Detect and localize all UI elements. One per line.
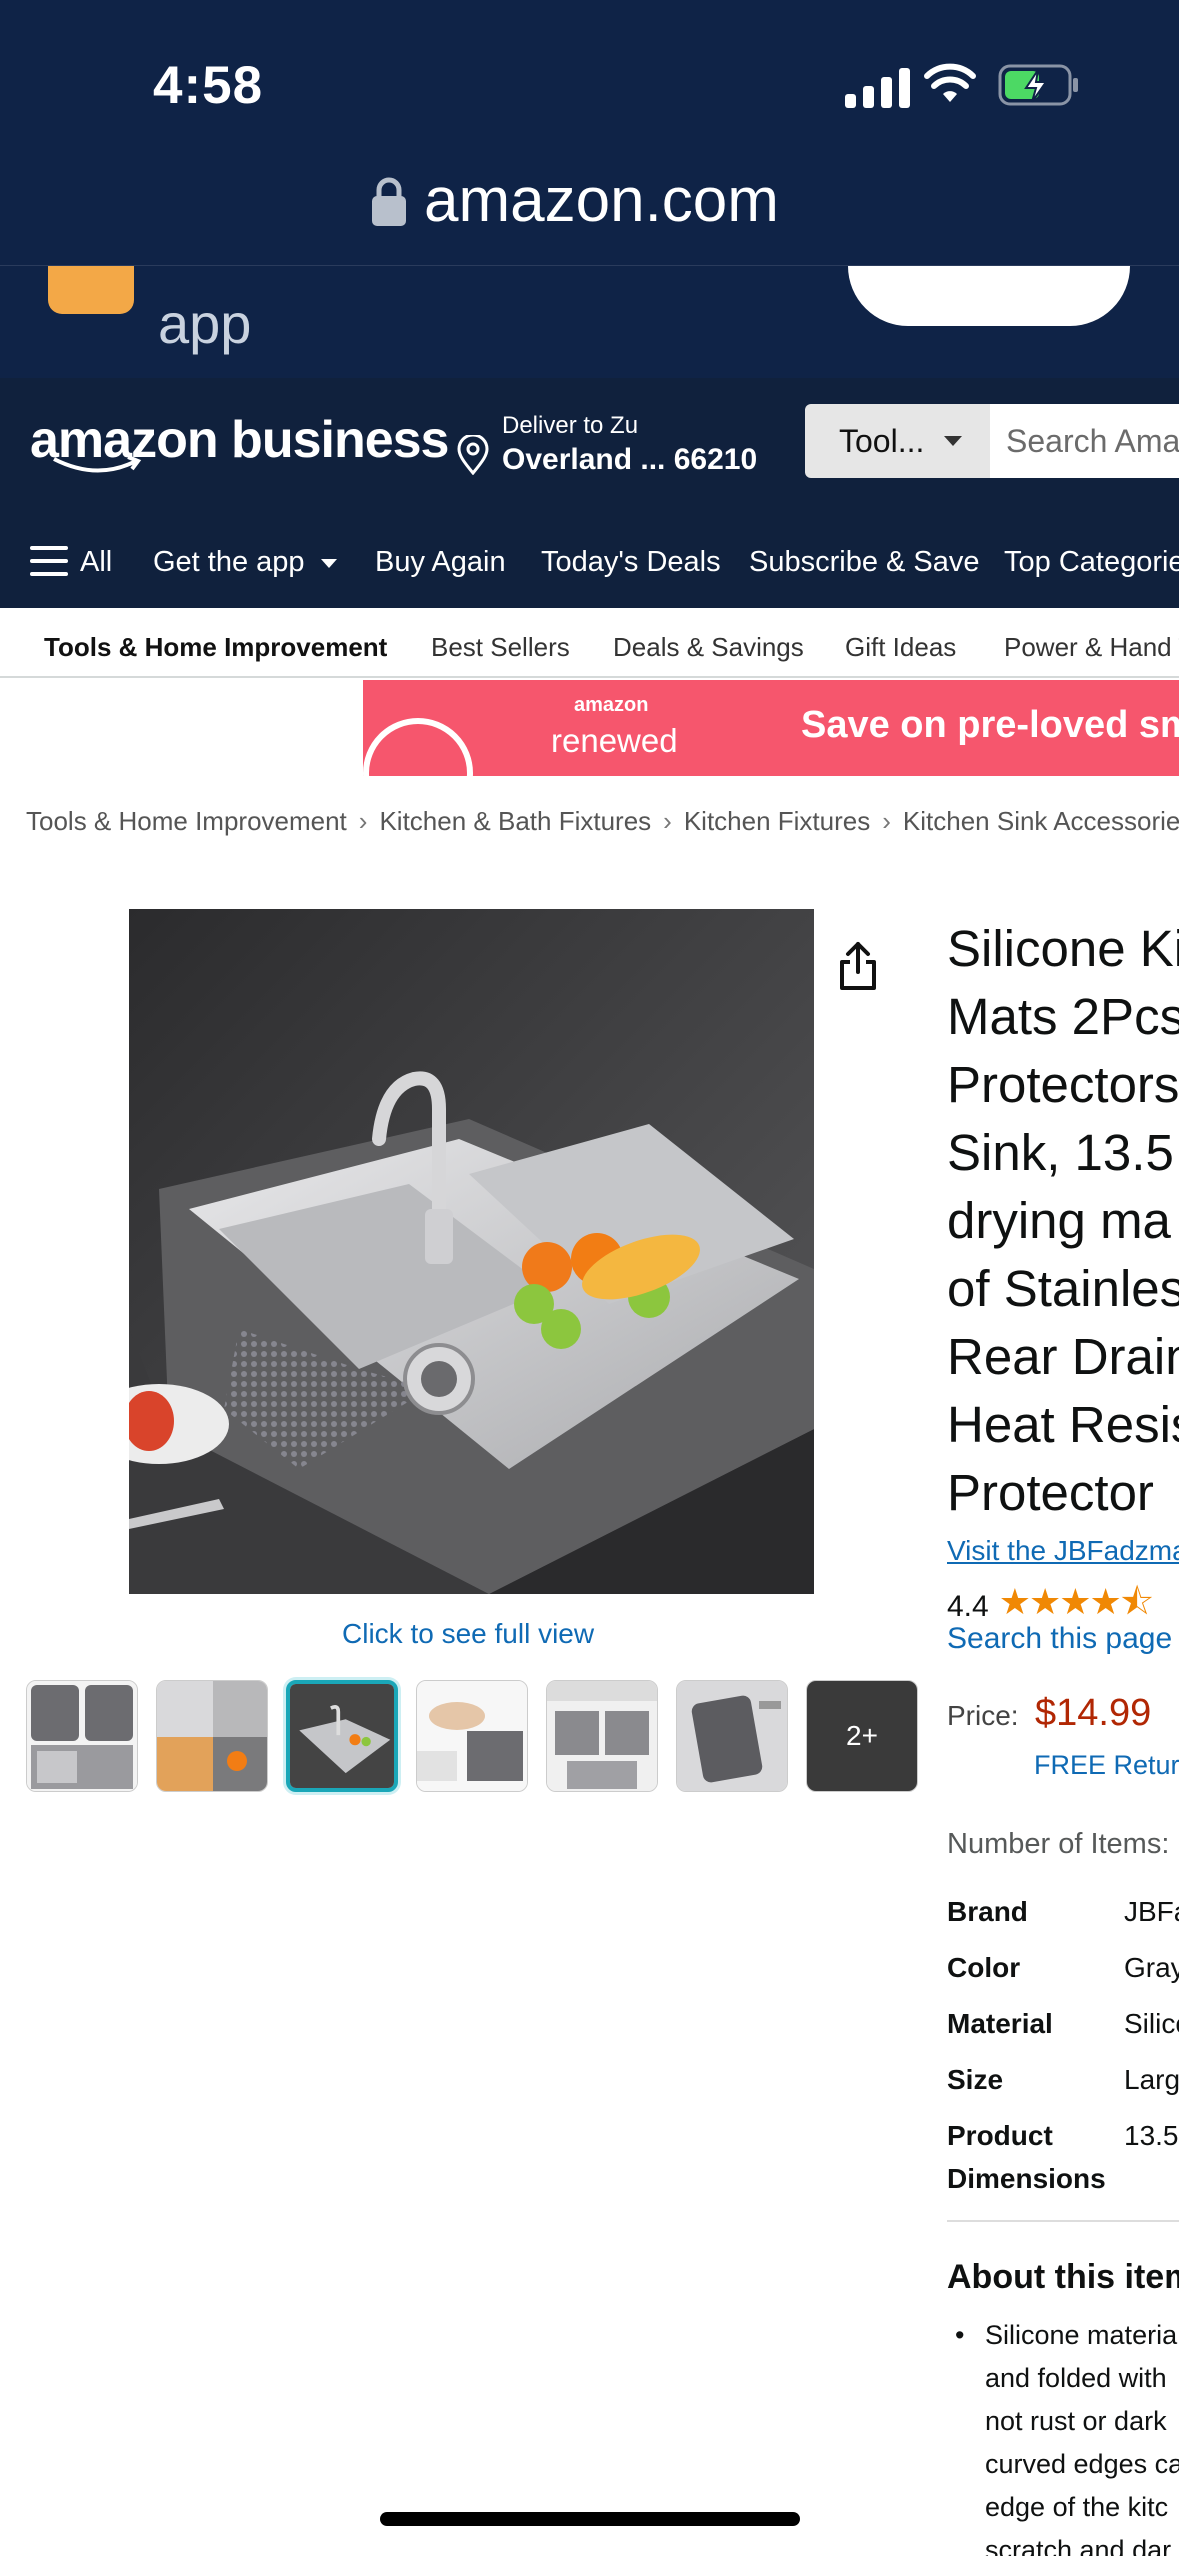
breadcrumb-item[interactable]: Kitchen Fixtures <box>684 806 870 836</box>
more-images-button[interactable]: 2+ <box>806 1680 918 1792</box>
about-bullet: • Silicone materia and folded with not r… <box>955 2320 1179 2556</box>
free-returns-link[interactable]: FREE Returns <box>1034 1750 1179 1781</box>
nav-buy-again[interactable]: Buy Again <box>375 546 506 579</box>
spec-key: Dimensions <box>947 2163 1106 2194</box>
thumbnail[interactable] <box>416 1680 528 1792</box>
search-category-label: Tool... <box>839 422 925 459</box>
spec-value: JBFadzmart <box>1124 1896 1179 1927</box>
lock-icon <box>372 177 406 226</box>
product-title: Silicone Ki Mats 2Pcs Protectors Sink, 1… <box>947 920 1179 1521</box>
banner-amazon-wordmark: amazon <box>574 694 649 716</box>
price-value: $14.99 <box>1035 1692 1152 1734</box>
search-input[interactable]: Search Amazon <box>990 404 1179 478</box>
product-main-image[interactable] <box>129 909 814 1594</box>
cellular-signal-icon <box>845 66 910 108</box>
amazon-app-icon <box>48 266 134 314</box>
spec-value: Large <box>1124 2064 1179 2095</box>
number-of-items-label: Number of Items: <box>947 1828 1170 1860</box>
thumbnail[interactable] <box>156 1680 268 1792</box>
about-heading: About this item <box>947 2258 1179 2296</box>
subnav-gift-ideas[interactable]: Gift Ideas <box>845 632 956 663</box>
location-pin-icon[interactable] <box>455 435 491 475</box>
home-indicator[interactable] <box>380 2512 800 2526</box>
spec-value: Silicone <box>1124 2008 1179 2039</box>
address-bar[interactable]: amazon.com <box>370 165 779 236</box>
thumbnail[interactable] <box>26 1680 138 1792</box>
promo-banner-renewed[interactable]: amazon renewed Save on pre-loved smartph… <box>363 680 1179 776</box>
share-icon[interactable] <box>836 940 880 992</box>
subnav-deals-savings[interactable]: Deals & Savings <box>613 632 804 663</box>
hamburger-menu-icon[interactable] <box>30 546 68 580</box>
open-app-button[interactable] <box>848 266 1130 326</box>
url-text: amazon.com <box>424 166 779 235</box>
thumbnail[interactable] <box>546 1680 658 1792</box>
spec-value: 13.5 <box>1124 2120 1179 2151</box>
nav-top-categories[interactable]: Top Categories <box>1004 546 1179 579</box>
nav-get-the-app[interactable]: Get the app <box>153 546 337 579</box>
deliver-to-label[interactable]: Deliver to Zu <box>502 412 638 440</box>
chevron-down-icon <box>320 558 337 568</box>
visit-store-link[interactable]: Visit the JBFadzmart Store <box>947 1535 1179 1567</box>
subnav-best-sellers[interactable]: Best Sellers <box>431 632 570 663</box>
banner-headline: Save on pre-loved smartphones <box>801 704 1179 746</box>
subnav-power-hand-tools[interactable]: Power & Hand Tools <box>1004 632 1179 663</box>
battery-charging-icon <box>998 64 1078 106</box>
spec-value: Gray <box>1124 1952 1179 1983</box>
amazon-smile-icon <box>53 455 142 473</box>
spec-key: Product <box>947 2120 1053 2151</box>
search-category-dropdown[interactable]: Tool... <box>805 404 990 478</box>
chevron-down-icon <box>944 436 963 446</box>
nav-todays-deals[interactable]: Today's Deals <box>541 546 721 579</box>
rating-value: 4.4 <box>947 1589 989 1623</box>
search-this-page-link[interactable]: Search this page <box>947 1622 1172 1656</box>
more-images-count: 2+ <box>846 1720 878 1751</box>
app-promo-banner[interactable]: app <box>0 265 1179 378</box>
divider <box>947 2220 1179 2222</box>
breadcrumb-item[interactable]: Kitchen Sink Accessories <box>903 806 1179 836</box>
wifi-icon <box>924 63 976 102</box>
spec-key: Color <box>947 1952 1021 1983</box>
banner-renewed-label: renewed <box>551 722 678 759</box>
thumbnail-strip: 2+ <box>26 1680 918 1792</box>
see-full-view-link[interactable]: Click to see full view <box>342 1618 594 1650</box>
spec-key: Size <box>947 2064 1004 2095</box>
subnav-tools-home[interactable]: Tools & Home Improvement <box>44 632 387 663</box>
thumbnail-selected[interactable] <box>286 1680 398 1792</box>
sink-illustration <box>129 909 814 1594</box>
nav-subscribe-save[interactable]: Subscribe & Save <box>749 546 980 579</box>
nav-all[interactable]: All <box>80 546 112 579</box>
price-label: Price: <box>947 1700 1019 1731</box>
breadcrumb-item[interactable]: Tools & Home Improvement <box>26 806 347 836</box>
promo-text: app <box>158 292 252 355</box>
deliver-location[interactable]: Overland ... 66210 <box>502 443 757 477</box>
breadcrumb-item[interactable]: Kitchen & Bath Fixtures <box>379 806 651 836</box>
breadcrumb: Tools & Home Improvement › Kitchen & Bath … <box>26 806 1179 837</box>
spec-key: Brand <box>947 1896 1028 1927</box>
status-time: 4:58 <box>153 56 264 115</box>
spec-key: Material <box>947 2008 1053 2039</box>
thumbnail[interactable] <box>676 1680 788 1792</box>
